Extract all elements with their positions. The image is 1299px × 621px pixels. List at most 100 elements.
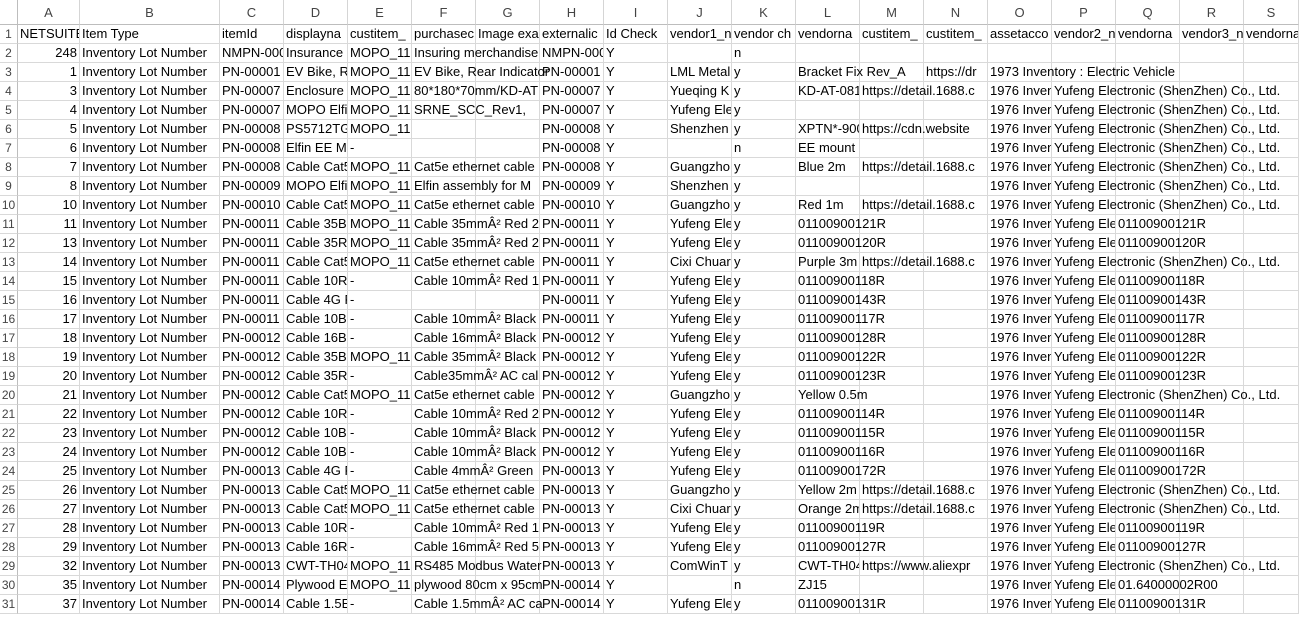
grid-cell[interactable]: Y [604,253,668,272]
grid-cell[interactable] [1244,595,1299,614]
grid-cell[interactable] [924,139,988,158]
grid-cell[interactable]: Yufeng Ele [668,405,732,424]
grid-cell[interactable]: 1976 Inven [988,82,1052,101]
grid-cell[interactable]: 1976 Inven [988,462,1052,481]
column-header-c[interactable]: C [220,0,284,25]
column-header-o[interactable]: O [988,0,1052,25]
grid-cell[interactable]: Yufeng Ele [668,101,732,120]
grid-cell[interactable]: Cable 4G F [284,462,348,481]
grid-cell[interactable]: Cable 10mmÂ² Black [412,424,536,443]
grid-cell[interactable]: 01.64000002R00 [1116,576,1218,595]
grid-cell[interactable]: PN-00010 [220,196,284,215]
column-header-a[interactable]: A [18,0,80,25]
grid-cell[interactable]: PN-00012 [220,405,284,424]
grid-cell[interactable]: 1976 Inven [988,139,1052,158]
grid-cell[interactable]: Yufeng Ele [668,234,732,253]
grid-cell[interactable]: 35 [18,576,80,595]
grid-cell[interactable]: NMPN-000 [540,44,604,63]
grid-cell[interactable]: y [732,538,796,557]
grid-cell[interactable]: 01100900121R [1116,215,1206,234]
grid-cell[interactable]: PN-00012 [540,443,604,462]
grid-cell[interactable]: 1976 Inven [988,120,1052,139]
column-header-p[interactable]: P [1052,0,1116,25]
grid-cell[interactable]: Yufeng Electronic (ShenZhen) Co., Ltd. [1052,101,1280,120]
grid-cell[interactable]: Enclosure [284,82,348,101]
grid-cell[interactable]: - [348,272,412,291]
grid-cell[interactable] [796,44,860,63]
grid-cell[interactable]: Y [604,500,668,519]
grid-cell[interactable]: CWT-TH04 [284,557,348,576]
grid-cell[interactable]: https://cdn.website [860,120,970,139]
grid-cell[interactable]: 23 [18,424,80,443]
grid-cell[interactable]: PN-00011 [540,310,604,329]
grid-cell[interactable]: PN-00013 [220,500,284,519]
grid-cell[interactable]: 3 [18,82,80,101]
grid-cell[interactable]: MOPO_11 [348,158,412,177]
column-header-m[interactable]: M [860,0,924,25]
grid-cell[interactable] [924,538,988,557]
grid-cell[interactable]: - [348,291,412,310]
grid-cell[interactable]: PN-00012 [220,443,284,462]
grid-cell[interactable]: Yufeng Ele [668,310,732,329]
row-header[interactable]: 11 [0,215,18,234]
grid-cell[interactable]: 01100900123R [1116,367,1206,386]
grid-cell[interactable]: PN-00008 [220,158,284,177]
grid-cell[interactable]: y [732,253,796,272]
grid-cell[interactable]: Blue 2m [796,158,860,177]
grid-cell[interactable] [1244,44,1299,63]
grid-cell[interactable]: y [732,82,796,101]
grid-cell[interactable]: Cable 1.5mmÂ² AC ca [412,595,543,614]
grid-cell[interactable]: y [732,557,796,576]
grid-cell[interactable]: PN-00013 [220,519,284,538]
grid-cell[interactable]: Y [604,120,668,139]
grid-cell[interactable]: PN-00011 [540,291,604,310]
grid-cell[interactable] [1244,63,1299,82]
row-header[interactable]: 28 [0,538,18,557]
grid-cell[interactable]: 01100900120R [1116,234,1206,253]
grid-cell[interactable]: PN-00012 [540,329,604,348]
grid-cell[interactable] [668,139,732,158]
grid-cell[interactable]: 80*180*70mm/KD-AT [412,82,538,101]
column-header-b[interactable]: B [80,0,220,25]
grid-cell[interactable]: PN-00011 [540,272,604,291]
grid-cell[interactable]: Cixi Chuar [668,253,732,272]
grid-cell[interactable]: Inventory Lot Number [80,253,220,272]
grid-cell[interactable]: PN-00007 [540,101,604,120]
grid-cell[interactable] [1244,329,1299,348]
grid-cell[interactable]: Cat5e ethernet cable [412,481,535,500]
grid-cell[interactable]: Shenzhen [668,120,732,139]
row-header[interactable]: 3 [0,63,18,82]
grid-cell[interactable]: Cat5e ethernet cable [412,196,535,215]
grid-cell[interactable]: PN-00014 [540,576,604,595]
grid-cell[interactable] [1244,405,1299,424]
grid-cell[interactable]: PN-00001 [540,63,604,82]
grid-cell[interactable]: MOPO_11 [348,196,412,215]
grid-cell[interactable] [1244,215,1299,234]
grid-cell[interactable]: Inventory Lot Number [80,139,220,158]
grid-cell[interactable]: 248 [18,44,80,63]
grid-cell[interactable]: MOPO_11 [348,101,412,120]
grid-cell[interactable]: Yufeng Electronic (ShenZhen) Co., Ltd. [1052,500,1280,519]
grid-cell[interactable]: Cable 35B [284,348,348,367]
grid-cell[interactable] [476,139,540,158]
grid-cell[interactable]: Yueqing K [668,82,732,101]
grid-cell[interactable]: Inventory Lot Number [80,44,220,63]
grid-cell[interactable]: 01100900122R [796,348,886,367]
grid-cell[interactable]: Y [604,481,668,500]
grid-cell[interactable]: 28 [18,519,80,538]
column-header-d[interactable]: D [284,0,348,25]
grid-cell[interactable]: EV Bike, Rear Indicator [412,63,549,82]
row-header[interactable]: 21 [0,405,18,424]
grid-cell[interactable]: 1976 Inven [988,519,1052,538]
grid-cell[interactable]: n [732,576,796,595]
grid-cell[interactable]: displayna [284,25,348,44]
grid-cell[interactable]: 1976 Inven [988,272,1052,291]
grid-cell[interactable]: Insuring merchandise [412,44,538,63]
grid-cell[interactable]: Cable 10B [284,443,348,462]
grid-cell[interactable]: PN-00010 [540,196,604,215]
grid-cell[interactable]: 1976 Inven [988,329,1052,348]
grid-cell[interactable]: MOPO_11 [348,177,412,196]
grid-cell[interactable]: 01100900118R [1116,272,1205,291]
grid-cell[interactable]: 01100900131R [1116,595,1206,614]
grid-cell[interactable]: 01100900128R [1116,329,1206,348]
